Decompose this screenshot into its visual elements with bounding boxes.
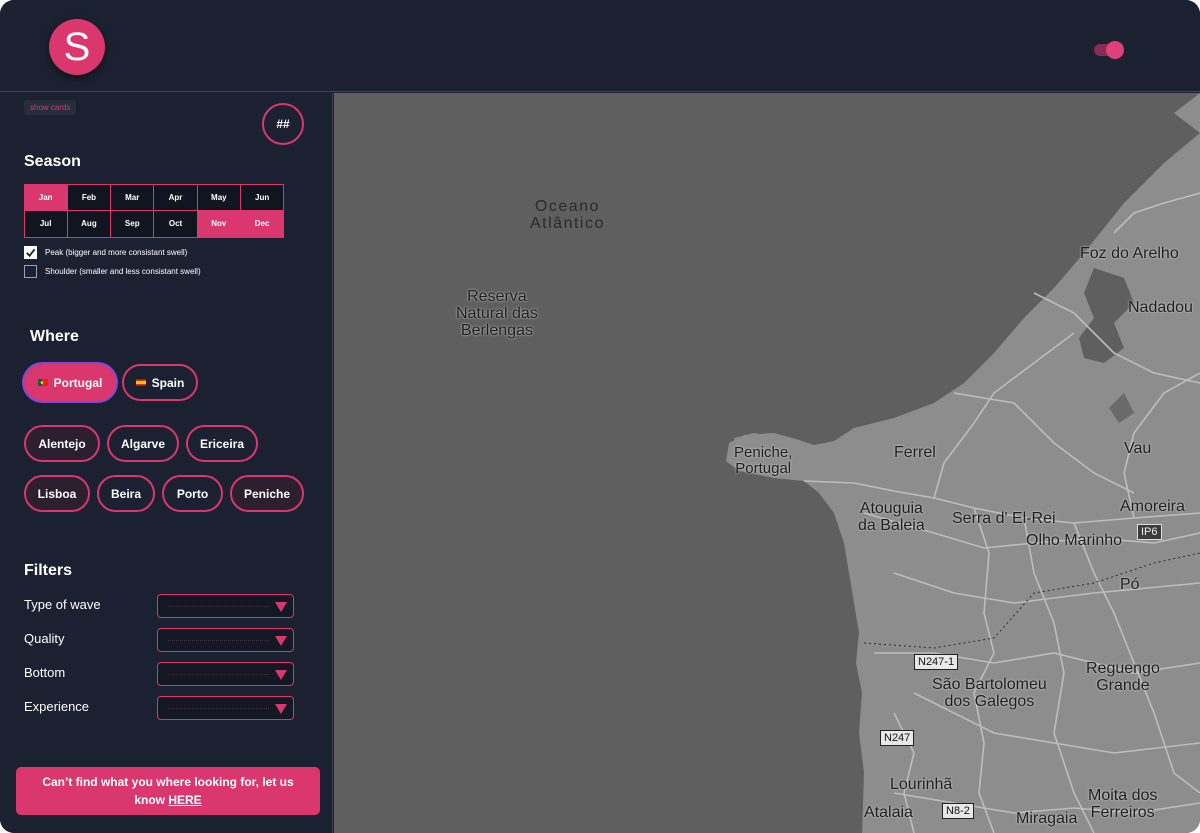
filter-label-experience: Experience [24,699,90,714]
experience-select[interactable] [157,696,294,720]
region-algarve[interactable]: Algarve [107,425,179,462]
map-label-sao: São Bartolomeu dos Galegos [932,676,1047,710]
filters-title: Filters [24,562,73,579]
show-cards-button[interactable]: show cards [24,100,77,115]
month-apr[interactable]: Apr [153,183,198,211]
region-label: Lisboa [37,486,77,501]
map-label-ferrel: Ferrel [894,444,936,461]
road-shield-n247: N247 [880,730,915,746]
map[interactable]: Oceano Atlântico Reserva Natural das Ber… [334,93,1200,833]
spain-flag-icon [135,379,146,386]
region-porto[interactable]: Porto [162,475,223,512]
month-feb[interactable]: Feb [66,183,112,211]
dropdown-arrow-icon [275,636,287,646]
shoulder-checkbox[interactable] [24,265,37,278]
region-peniche[interactable]: Peniche [230,475,304,512]
country-label: Spain [151,375,185,390]
map-label-lourinha: Lourinhã [890,776,953,793]
map-label-foz: Foz do Arelho [1080,245,1179,262]
month-nov[interactable]: Nov [196,210,241,238]
hash-button[interactable]: ## [262,103,304,145]
month-sep[interactable]: Sep [110,210,155,238]
bottom-select[interactable] [157,662,294,686]
filter-label-bottom: Bottom [24,665,66,680]
peak-checkbox[interactable] [24,246,37,259]
month-grid: Jan Feb Mar Apr May Jun Jul Aug Sep Oct Nov Dec [23,183,285,238]
month-jul[interactable]: Jul [23,210,68,238]
region-label: Beira [110,486,142,501]
shoulder-label: Shoulder (smaller and less consistant sw… [45,267,201,276]
filter-label-quality: Quality [24,631,65,646]
map-label-vau: Vau [1124,440,1152,457]
country-portugal[interactable]: Portugal [24,364,116,401]
region-lisboa[interactable]: Lisboa [24,475,90,512]
peak-label: Peak (bigger and more consistant swell) [45,248,188,257]
feedback-banner: Can’t find what you where looking for, l… [16,767,320,815]
header: S [0,0,1200,92]
check-icon [26,248,36,258]
map-label-serra: Serra d' El-Rei [952,510,1056,527]
region-ericeira[interactable]: Ericeira [186,425,258,462]
toggle-knob [1106,41,1124,59]
road-shield-n82: N8-2 [942,803,974,819]
portugal-flag-icon [37,379,48,386]
map-label-atouguia: Atouguia da Baleia [858,500,925,534]
region-beira[interactable]: Beira [97,475,155,512]
region-label: Algarve [120,436,166,451]
region-label: Alentejo [38,436,86,451]
month-mar[interactable]: Mar [110,183,155,211]
filter-label-type-of-wave: Type of wave [24,597,101,612]
select-placeholder [168,606,269,607]
quality-select[interactable] [157,628,294,652]
map-label-reguengo: Reguengo Grande [1086,660,1160,694]
theme-toggle[interactable] [1094,41,1124,59]
dropdown-arrow-icon [275,670,287,680]
peak-option[interactable]: Peak (bigger and more consistant swell) [24,246,187,259]
region-label: Ericeira [199,436,245,451]
country-label: Portugal [53,375,103,390]
region-label: Porto [176,486,209,501]
map-label-miragaia: Miragaia [1016,810,1078,827]
map-label-moita: Moita dos Ferreiros [1088,787,1158,821]
map-label-po: Pó [1120,576,1140,593]
map-label-nadadou: Nadadou [1128,299,1193,316]
road-shield-ip6: IP6 [1137,524,1162,540]
region-alentejo[interactable]: Alentejo [24,425,100,462]
map-label-atalaia: Atalaia [864,804,913,821]
month-dec[interactable]: Dec [239,210,285,238]
dropdown-arrow-icon [275,602,287,612]
map-label-peniche: Peniche, Portugal [734,444,793,477]
road-shield-n2471: N247-1 [914,654,959,670]
month-jan[interactable]: Jan [23,183,68,211]
month-may[interactable]: May [196,183,241,211]
month-aug[interactable]: Aug [66,210,112,238]
month-oct[interactable]: Oct [153,210,198,238]
map-label-ocean: Oceano Atlântico [530,198,605,232]
feedback-link[interactable]: HERE [168,793,201,807]
type-of-wave-select[interactable] [157,594,294,618]
season-title: Season [24,153,81,170]
select-placeholder [168,640,269,641]
region-label: Peniche [243,486,291,501]
select-placeholder [168,674,269,675]
month-jun[interactable]: Jun [239,183,285,211]
logo-letter: S [63,25,91,69]
sidebar: show cards ## Season Jan Feb Mar Apr May Jun J… [0,93,333,833]
app-window: S show cards ## Season Jan Feb Mar Apr May Ju… [0,0,1200,833]
map-label-amoreira: Amoreira [1120,498,1185,515]
map-label-berlengas: Reserva Natural das Berlengas [456,288,538,339]
map-label-olho: Olho Marinho [1026,532,1123,549]
logo[interactable]: S [49,19,105,75]
dropdown-arrow-icon [275,704,287,714]
select-placeholder [168,708,269,709]
country-spain[interactable]: Spain [122,364,198,401]
where-title: Where [30,328,79,345]
shoulder-option[interactable]: Shoulder (smaller and less consistant sw… [24,265,201,278]
